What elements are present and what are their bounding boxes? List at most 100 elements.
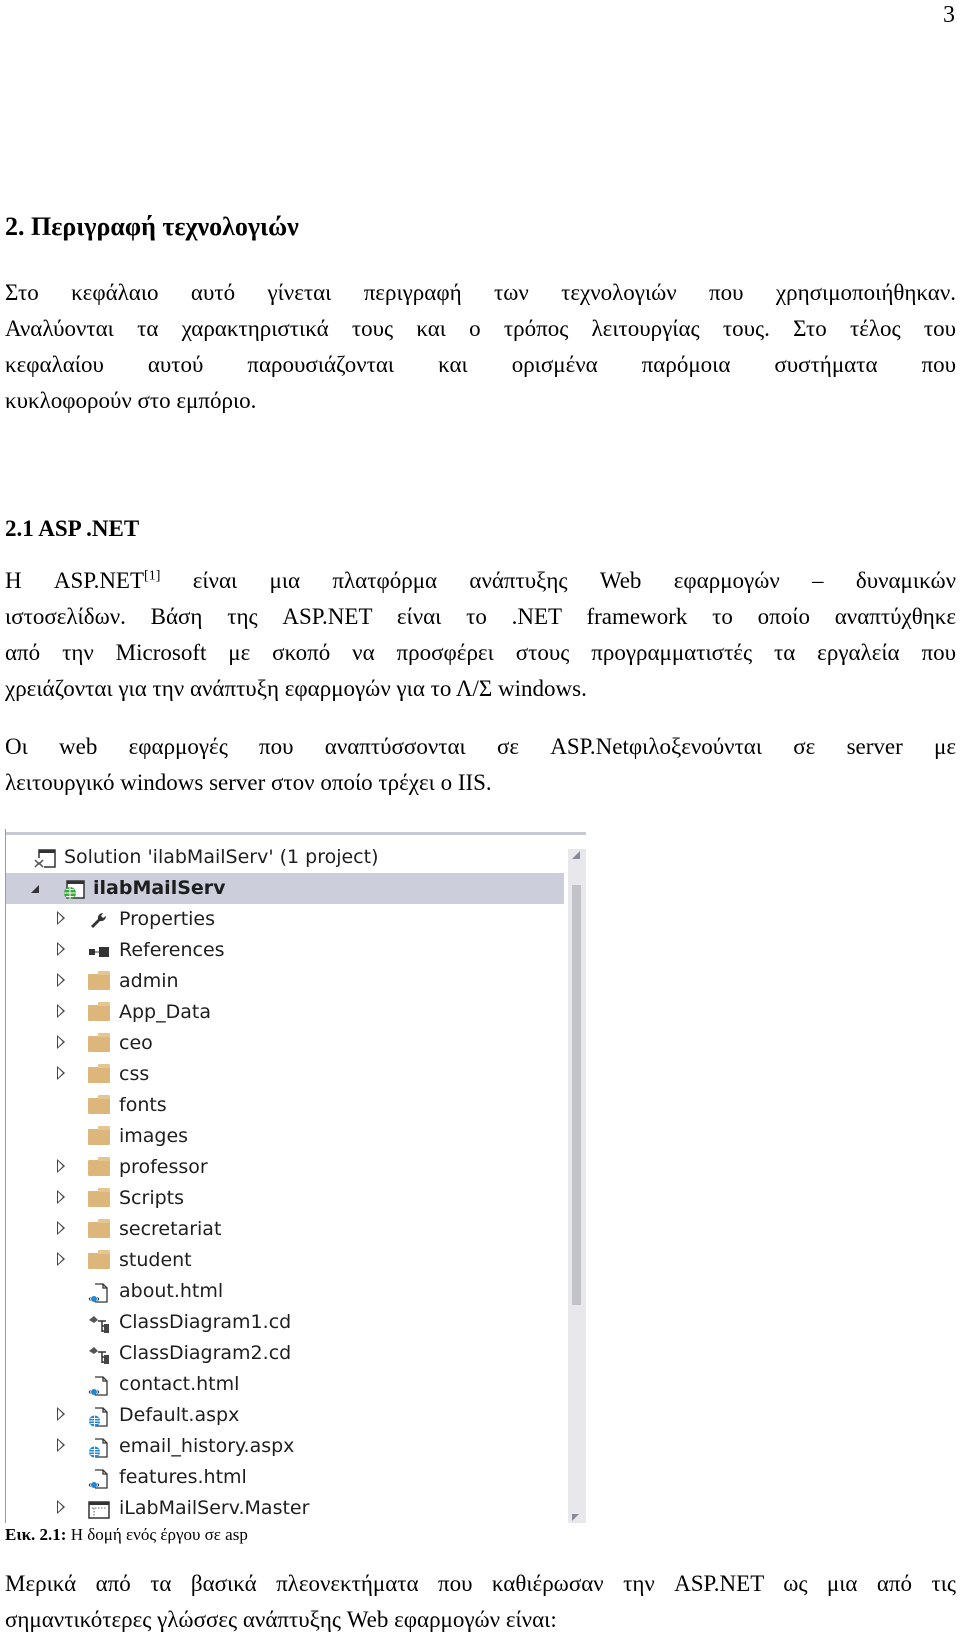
project-label: ilabMailServ	[93, 877, 226, 899]
web-project-icon	[63, 879, 85, 899]
folder-icon	[88, 1188, 110, 1209]
text-line: χρειάζονται για την ανάπτυξη εφαρμογών γ…	[5, 676, 587, 701]
scroll-up-arrow-icon[interactable]	[572, 851, 580, 859]
tree-row-scripts[interactable]: Scripts	[6, 1183, 564, 1214]
solution-icon	[34, 848, 56, 868]
expand-triangle-icon[interactable]	[54, 1400, 68, 1431]
expand-triangle-icon[interactable]	[54, 997, 68, 1028]
tree-item-label: iLabMailServ.Master	[119, 1497, 310, 1519]
tree-row-features-html[interactable]: features.html	[6, 1462, 564, 1493]
tree-item-label: contact.html	[119, 1373, 240, 1395]
html-file-icon	[88, 1468, 110, 1489]
tree-row-professor[interactable]: professor	[6, 1152, 564, 1183]
tree-item-label: ClassDiagram1.cd	[119, 1311, 292, 1333]
folder-icon	[88, 1126, 110, 1147]
folder-icon	[88, 971, 110, 992]
tree-row-contact-html[interactable]: contact.html	[6, 1369, 564, 1400]
expand-triangle-icon[interactable]	[54, 1059, 68, 1090]
tree-row-references[interactable]: References	[6, 935, 564, 966]
text-line: Μερικά από τα βασικά πλεονεκτήματα που κ…	[5, 1571, 956, 1596]
folder-icon	[88, 1219, 110, 1240]
tree-row-css[interactable]: css	[6, 1059, 564, 1090]
page-number: 3	[943, 2, 955, 28]
expand-triangle-icon[interactable]	[54, 1245, 68, 1276]
expand-triangle-icon[interactable]	[54, 1493, 68, 1523]
project-items: Properties References admin App_Dataceo css f…	[6, 904, 564, 1523]
caption-label: Εικ. 2.1:	[5, 1525, 67, 1544]
aspx-file-icon	[88, 1437, 110, 1458]
expand-triangle-icon[interactable]	[54, 1183, 68, 1214]
text-line: Οι web εφαρμογές που αναπτύσσονται σε AS…	[5, 734, 956, 759]
text-fragment: Η ASP.NET	[5, 568, 145, 593]
tree-item-label: ceo	[119, 1032, 153, 1054]
text-line: Η ASP.NET[1] είναι μια πλατφόρμα ανάπτυξ…	[5, 563, 956, 599]
tree-row-email-history-aspx[interactable]: email_history.aspx	[6, 1431, 564, 1462]
tree-item-label: images	[119, 1125, 189, 1147]
folder-icon	[88, 1157, 110, 1178]
tree-row-properties[interactable]: Properties	[6, 904, 564, 935]
expand-triangle-icon[interactable]	[54, 1152, 68, 1183]
expand-triangle-icon[interactable]	[54, 1028, 68, 1059]
tree-item-label: Default.aspx	[119, 1404, 240, 1426]
tree-item-label: Properties	[119, 908, 216, 930]
tree-item-label: css	[119, 1063, 150, 1085]
asp-paragraph: Η ASP.NET[1] είναι μια πλατφόρμα ανάπτυξ…	[5, 563, 956, 707]
solution-explorer-screenshot: Solution 'ilabMailServ' (1 project) ilab…	[5, 829, 586, 1523]
folder-icon	[88, 1250, 110, 1271]
text-line: Στο κεφάλαιο αυτό γίνεται περιγραφή των …	[5, 280, 956, 305]
text-fragment: είναι μια πλατφόρμα ανάπτυξης Web εφαρμο…	[160, 568, 956, 593]
tree-item-label: email_history.aspx	[119, 1435, 295, 1457]
reference-marker: [1]	[144, 568, 161, 584]
text-line: κυκλοφορούν στο εμπόριο.	[5, 388, 257, 413]
tree-row-about-html[interactable]: about.html	[6, 1276, 564, 1307]
expand-triangle-icon[interactable]	[54, 1431, 68, 1462]
class-diagram-icon	[88, 1313, 110, 1333]
tree-row-default-aspx[interactable]: Default.aspx	[6, 1400, 564, 1431]
aspx-file-icon	[88, 1406, 110, 1427]
tree-item-label: features.html	[119, 1466, 247, 1488]
tree-item-label: Scripts	[119, 1187, 185, 1209]
expand-triangle-icon[interactable]	[54, 904, 68, 935]
closing-paragraph: Μερικά από τα βασικά πλεονεκτήματα που κ…	[5, 1566, 956, 1638]
tree-row-secretariat[interactable]: secretariat	[6, 1214, 564, 1245]
folder-icon	[88, 1033, 110, 1054]
tree-row-classdiagram1-cd[interactable]: ClassDiagram1.cd	[6, 1307, 564, 1338]
text-line: από την Microsoft με σκοπό να προσφέρει …	[5, 640, 956, 665]
solution-label: Solution 'ilabMailServ' (1 project)	[64, 846, 379, 868]
expand-triangle-icon[interactable]	[54, 966, 68, 997]
expand-triangle-icon[interactable]	[54, 935, 68, 966]
tree-row-ceo[interactable]: ceo	[6, 1028, 564, 1059]
chapter-heading: 2. Περιγραφή τεχνολογιών	[5, 212, 299, 241]
collapse-triangle-icon[interactable]	[28, 873, 42, 904]
tree-item-label: about.html	[119, 1280, 224, 1302]
tree-row-admin[interactable]: admin	[6, 966, 564, 997]
tree-item-label: professor	[119, 1156, 208, 1178]
scrollbar-thumb[interactable]	[572, 885, 581, 1305]
tree-row-student[interactable]: student	[6, 1245, 564, 1276]
tree-item-label: fonts	[119, 1094, 167, 1116]
tree-row-app-data[interactable]: App_Data	[6, 997, 564, 1028]
html-file-icon	[88, 1282, 110, 1303]
html-file-icon	[88, 1375, 110, 1396]
tree-row-classdiagram2-cd[interactable]: ClassDiagram2.cd	[6, 1338, 564, 1369]
references-icon	[88, 941, 110, 961]
expand-triangle-icon[interactable]	[54, 1214, 68, 1245]
wrench-icon	[88, 910, 110, 930]
text-line: λειτουργικό windows server στον οποίο τρ…	[5, 770, 492, 795]
solution-tree: Solution 'ilabMailServ' (1 project) ilab…	[6, 842, 564, 1523]
tree-item-label: admin	[119, 970, 179, 992]
vertical-scrollbar[interactable]	[568, 849, 586, 1523]
panel-top-border	[6, 832, 586, 835]
scroll-down-arrow-icon[interactable]	[572, 1514, 579, 1521]
folder-icon	[88, 1095, 110, 1116]
tree-row-images[interactable]: images	[6, 1121, 564, 1152]
figure-caption: Εικ. 2.1: Η δομή ενός έργου σε asp	[5, 1525, 248, 1545]
tree-row-solution[interactable]: Solution 'ilabMailServ' (1 project)	[6, 842, 564, 873]
tree-row-fonts[interactable]: fonts	[6, 1090, 564, 1121]
tree-row-ilabmailserv-master[interactable]: iLabMailServ.Master	[6, 1493, 564, 1523]
hosting-paragraph: Οι web εφαρμογές που αναπτύσσονται σε AS…	[5, 729, 956, 801]
tree-row-project[interactable]: ilabMailServ	[6, 873, 564, 904]
section-heading: 2.1 ASP .NET	[5, 516, 140, 541]
caption-text: Η δομή ενός έργου σε asp	[66, 1525, 248, 1544]
text-line: ιστοσελίδων. Βάση της ASP.NET είναι το .…	[5, 604, 956, 629]
